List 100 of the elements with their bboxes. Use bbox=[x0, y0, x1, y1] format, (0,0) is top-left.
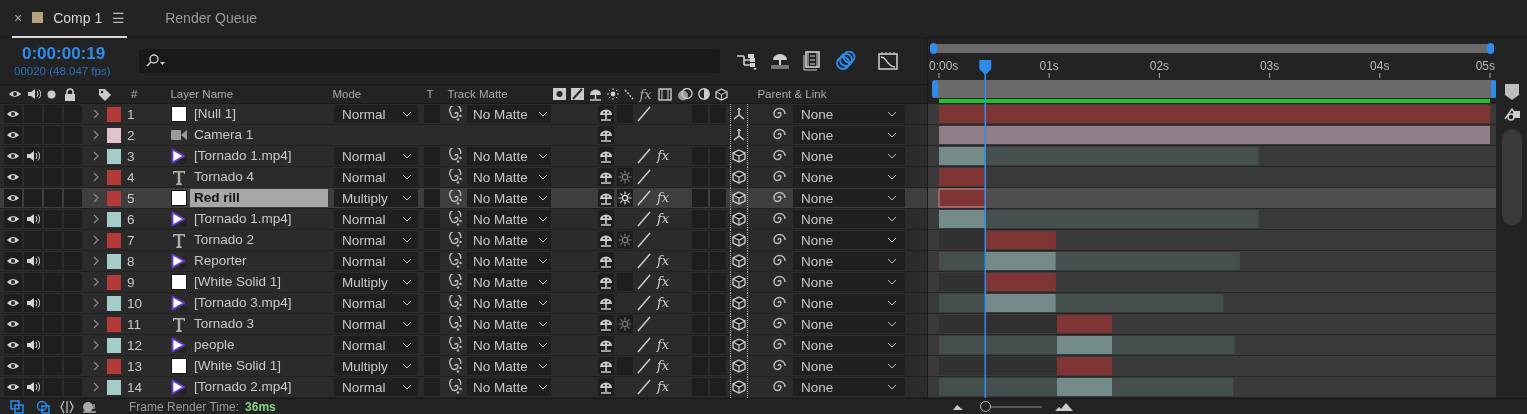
audio-toggle[interactable] bbox=[24, 252, 42, 270]
track-matte-dropdown[interactable]: No Matte bbox=[467, 294, 551, 312]
mode-dropdown[interactable]: Multiply bbox=[334, 357, 418, 375]
parent-dropdown[interactable]: None bbox=[793, 378, 905, 396]
layer-icon[interactable] bbox=[36, 400, 50, 414]
audio-toggle[interactable] bbox=[24, 378, 42, 396]
column-header[interactable]: Layer Name bbox=[170, 88, 333, 100]
shy-toggle[interactable] bbox=[598, 252, 614, 270]
visibility-toggle[interactable] bbox=[4, 147, 22, 165]
label-swatch[interactable] bbox=[107, 337, 121, 353]
audio-toggle[interactable] bbox=[24, 147, 42, 165]
layer-row[interactable]: 1 [Null 1] Normal No Matte None bbox=[0, 104, 927, 125]
chevron-icon[interactable] bbox=[93, 172, 99, 182]
cube-icon[interactable] bbox=[732, 380, 746, 394]
current-time[interactable]: 0:00:00:19 bbox=[14, 44, 125, 64]
label-swatch[interactable] bbox=[107, 232, 121, 248]
layer-row[interactable]: 12 people Normal No Matte fx None bbox=[0, 335, 927, 356]
mode-dropdown[interactable]: Normal bbox=[334, 210, 418, 228]
close-icon[interactable]: × bbox=[14, 9, 23, 26]
mode-dropdown[interactable]: Multiply bbox=[334, 189, 418, 207]
mode-dropdown[interactable]: Normal bbox=[334, 336, 418, 354]
visibility-toggle[interactable] bbox=[4, 168, 22, 186]
visibility-toggle[interactable] bbox=[4, 126, 22, 144]
mountain-small-icon[interactable] bbox=[951, 403, 964, 411]
mode-dropdown[interactable]: Normal bbox=[334, 315, 418, 333]
effects-toggle[interactable]: fx bbox=[656, 148, 670, 164]
cube-icon[interactable] bbox=[732, 191, 746, 205]
chevron-icon[interactable] bbox=[93, 130, 99, 140]
layer-bar[interactable] bbox=[939, 168, 986, 186]
effects-toggle[interactable]: fx bbox=[656, 379, 670, 395]
parent-dropdown[interactable]: None bbox=[793, 168, 905, 186]
collapse-toggle[interactable] bbox=[617, 315, 633, 333]
keyframe-icon[interactable] bbox=[1502, 107, 1521, 121]
parent-dropdown[interactable]: None bbox=[793, 231, 905, 249]
label-swatch[interactable] bbox=[107, 358, 121, 374]
cube-icon[interactable] bbox=[732, 338, 746, 352]
label-swatch[interactable] bbox=[107, 169, 121, 185]
parent-dropdown[interactable]: None bbox=[793, 336, 905, 354]
layer-bar[interactable] bbox=[938, 188, 986, 208]
chevron-icon[interactable] bbox=[93, 214, 99, 224]
effects-toggle[interactable]: fx bbox=[656, 274, 670, 290]
collapse-toggle[interactable] bbox=[617, 168, 633, 186]
layer-name[interactable]: [Tornado 1.mp4] bbox=[190, 147, 328, 165]
quality-toggle[interactable] bbox=[636, 337, 652, 353]
spiral-icon[interactable] bbox=[447, 379, 463, 395]
layer-name[interactable]: [Tornado 1.mp4] bbox=[190, 210, 328, 228]
parent-dropdown[interactable]: None bbox=[793, 252, 905, 270]
quality-toggle[interactable] bbox=[636, 169, 652, 185]
playhead[interactable] bbox=[979, 60, 992, 398]
adjustment-toggle[interactable] bbox=[692, 189, 708, 207]
parent-dropdown[interactable]: None bbox=[793, 147, 905, 165]
chevron-icon[interactable] bbox=[93, 109, 99, 119]
shy-toggle[interactable] bbox=[598, 273, 614, 291]
layer-name[interactable]: Tornado 4 bbox=[190, 168, 328, 186]
layer-row[interactable]: 5 Red rill Multiply No Matte fx None bbox=[0, 188, 927, 209]
quality-toggle[interactable] bbox=[636, 232, 652, 248]
mode-dropdown[interactable]: Normal bbox=[334, 105, 418, 123]
chevron-icon[interactable] bbox=[93, 193, 99, 203]
shy-toggle[interactable] bbox=[598, 357, 614, 375]
mode-dropdown[interactable]: Normal bbox=[334, 168, 418, 186]
shy-toggle[interactable] bbox=[598, 378, 614, 396]
chevron-icon[interactable] bbox=[93, 277, 99, 287]
spiral-icon[interactable] bbox=[447, 316, 463, 332]
shy-toggle[interactable] bbox=[598, 168, 614, 186]
spiral-icon[interactable] bbox=[447, 211, 463, 227]
shy-toggle[interactable] bbox=[598, 315, 614, 333]
audio-toggle[interactable] bbox=[24, 189, 42, 207]
visibility-toggle[interactable] bbox=[4, 189, 22, 207]
parent-dropdown[interactable]: None bbox=[793, 105, 905, 123]
spiral-icon[interactable] bbox=[447, 274, 463, 290]
layer-row[interactable]: 10 [Tornado 3.mp4] Normal No Matte fx None bbox=[0, 293, 927, 314]
audio-toggle[interactable] bbox=[24, 294, 42, 312]
layer-name[interactable]: Red rill bbox=[190, 189, 328, 207]
label-swatch[interactable] bbox=[107, 316, 121, 332]
mode-dropdown[interactable]: Normal bbox=[334, 231, 418, 249]
cube-icon[interactable] bbox=[732, 170, 746, 184]
layer-row[interactable]: 2 Camera 1 None bbox=[0, 125, 927, 146]
track-matte-dropdown[interactable]: No Matte bbox=[467, 357, 551, 375]
mountain-large-icon[interactable] bbox=[1053, 402, 1074, 412]
label-swatch[interactable] bbox=[107, 295, 121, 311]
preserve-transparency-toggle[interactable] bbox=[424, 189, 440, 207]
track-matte-dropdown[interactable]: No Matte bbox=[467, 378, 551, 396]
parent-dropdown[interactable]: None bbox=[793, 273, 905, 291]
chevron-icon[interactable] bbox=[93, 235, 99, 245]
layer-row[interactable]: 13 [White Solid 1] Multiply No Matte fx None bbox=[0, 356, 927, 377]
parent-dropdown[interactable]: None bbox=[793, 210, 905, 228]
quality-toggle[interactable] bbox=[636, 379, 652, 395]
layer-name[interactable]: [White Solid 1] bbox=[190, 273, 328, 291]
layer-row[interactable]: 6 [Tornado 1.mp4] Normal No Matte fx None bbox=[0, 209, 927, 230]
visibility-toggle[interactable] bbox=[4, 336, 22, 354]
visibility-toggle[interactable] bbox=[4, 252, 22, 270]
quality-toggle[interactable] bbox=[636, 190, 652, 206]
layer-name[interactable]: [White Solid 1] bbox=[190, 357, 328, 375]
mode-dropdown[interactable]: Normal bbox=[334, 378, 418, 396]
effects-toggle[interactable]: fx bbox=[656, 190, 670, 206]
label-swatch[interactable] bbox=[107, 211, 121, 227]
quality-toggle[interactable] bbox=[636, 253, 652, 269]
snail-icon[interactable] bbox=[82, 400, 98, 414]
cube-icon[interactable] bbox=[732, 317, 746, 331]
graph-editor-button[interactable] bbox=[877, 50, 899, 72]
